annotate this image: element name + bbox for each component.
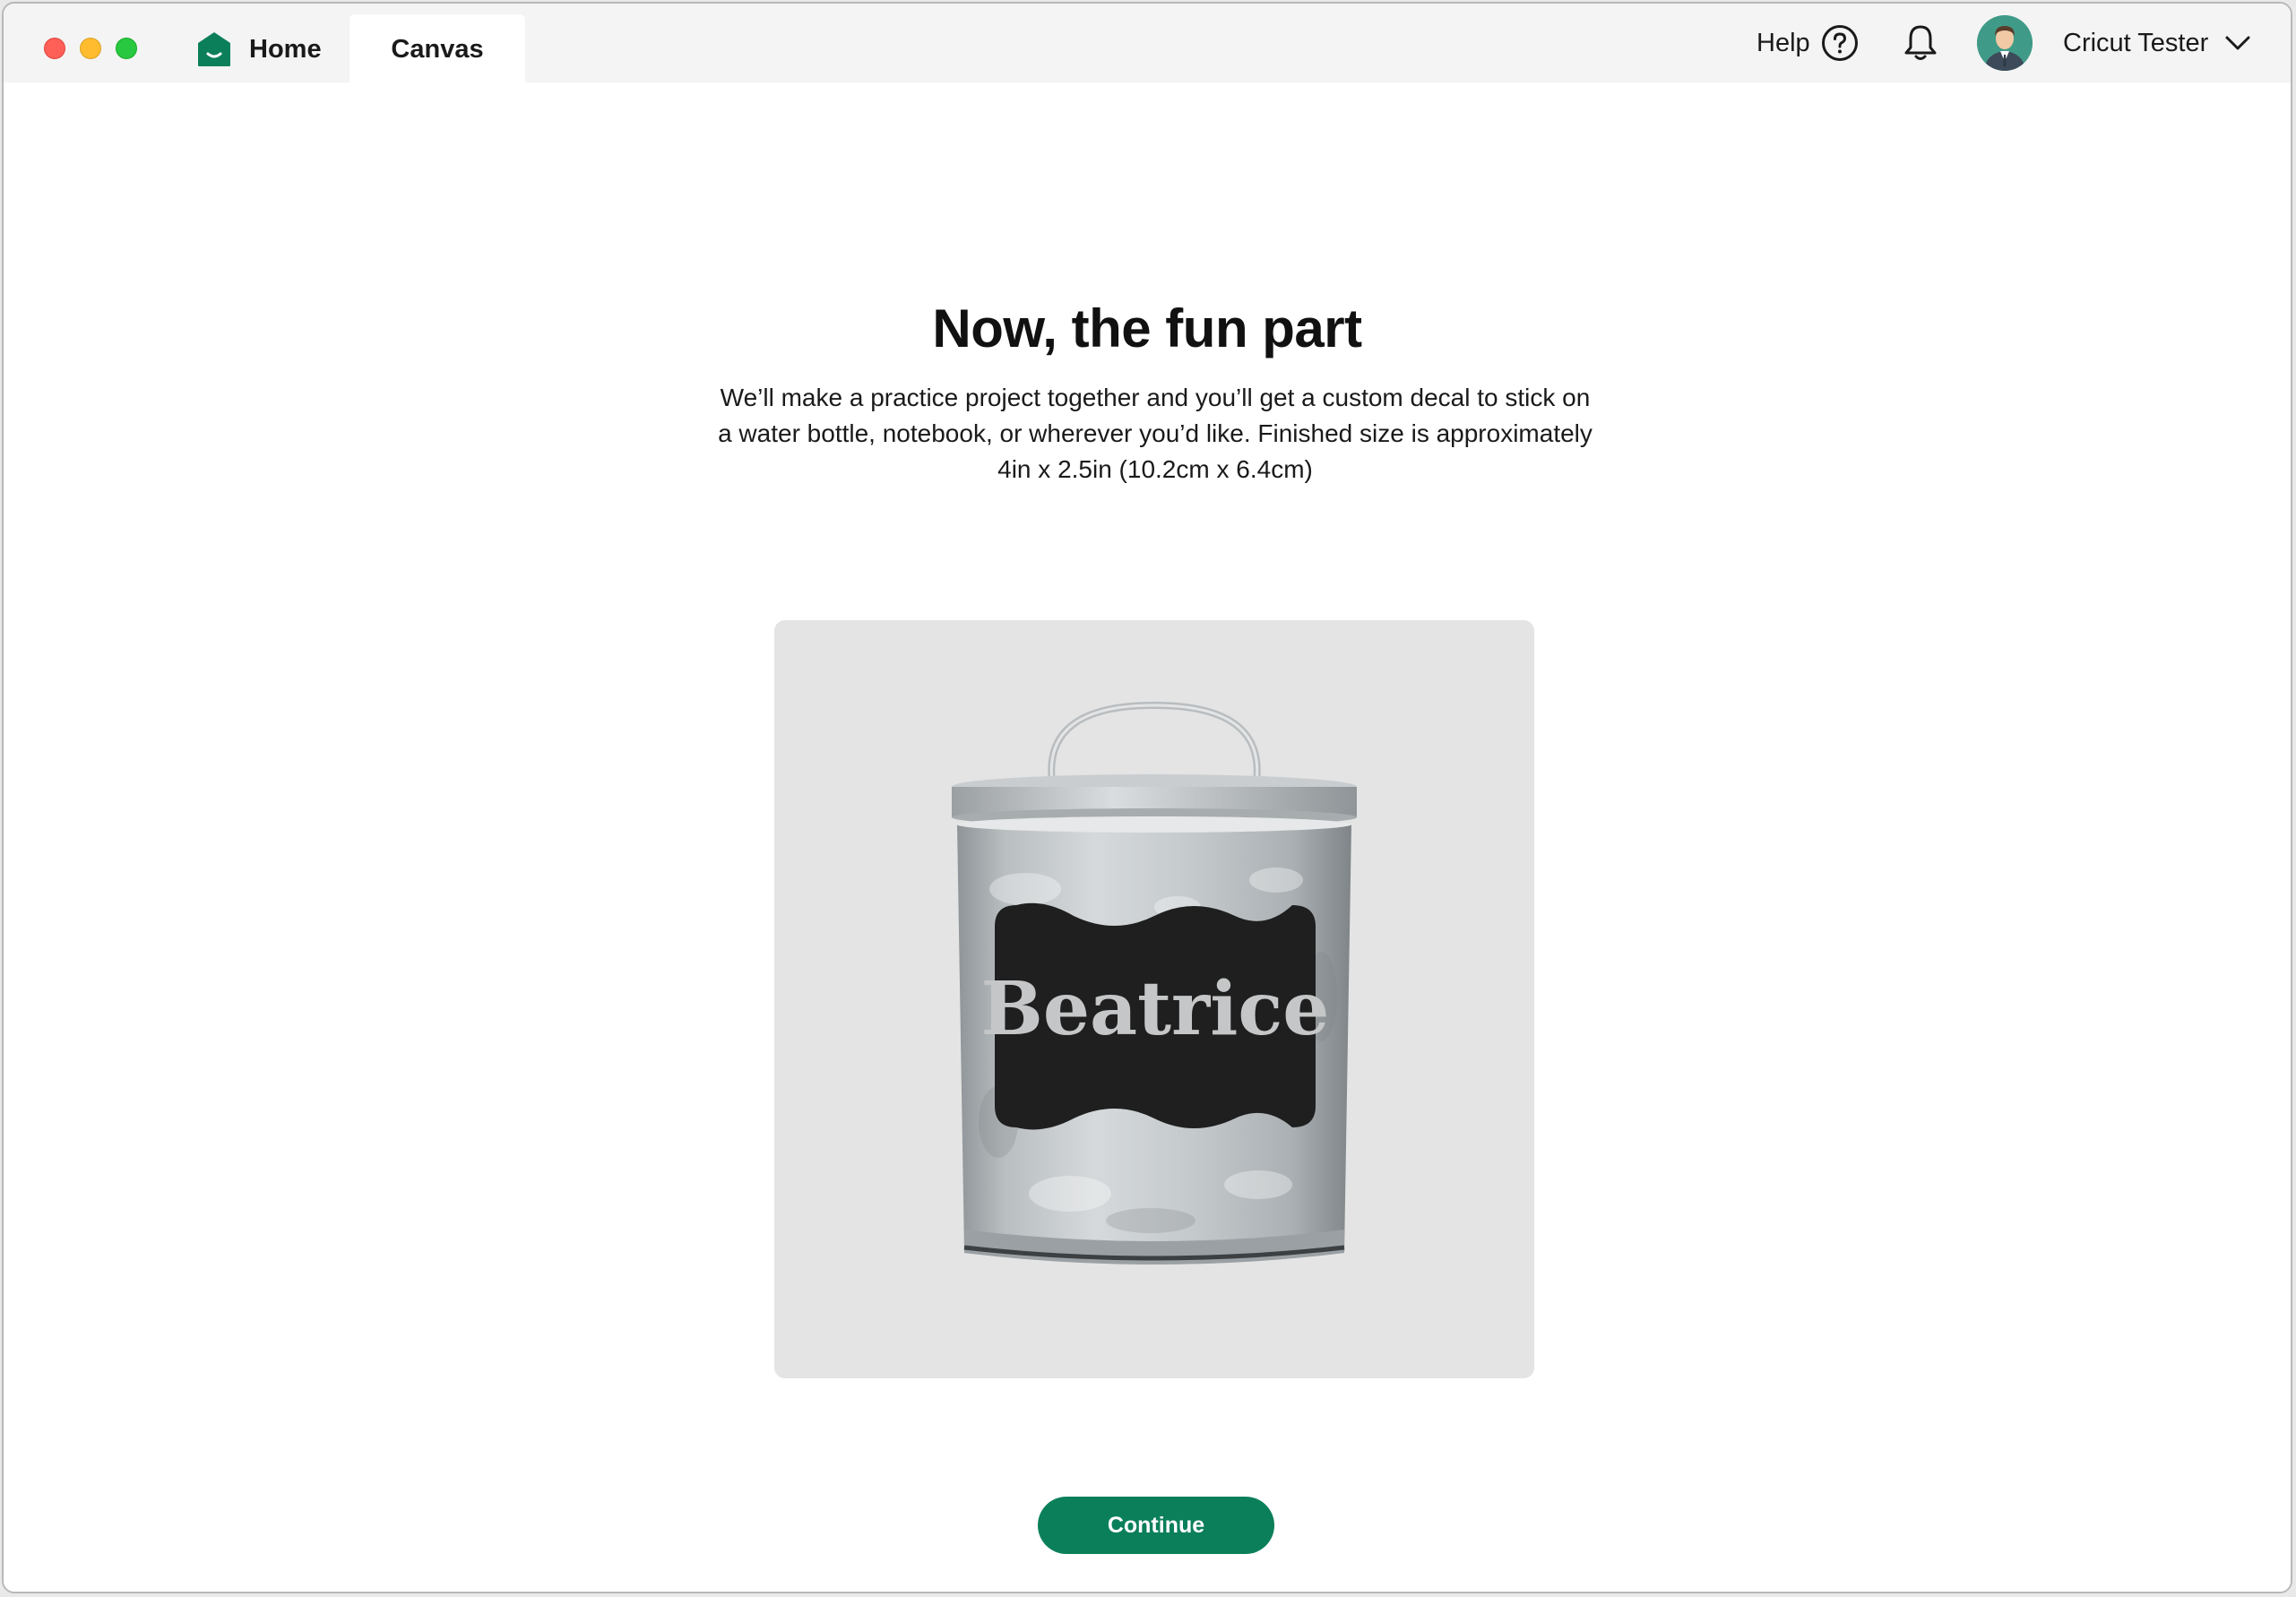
tab-home-label: Home [249,34,322,64]
project-preview-image: Beatrice [774,620,1534,1378]
decal-text: Beatrice [981,966,1330,1052]
decal-canister-illustration: Beatrice [952,701,1357,1265]
continue-button[interactable]: Continue [1038,1497,1274,1554]
close-window-button[interactable] [44,38,65,59]
help-button[interactable]: Help [1757,4,1859,82]
tab-canvas-label: Canvas [391,34,484,64]
page-description: We’ll make a practice project together a… [718,384,1593,483]
help-label: Help [1757,28,1810,57]
avatar-icon [1977,15,2033,71]
bell-icon [1904,25,1937,60]
user-menu[interactable]: Cricut Tester [2063,4,2251,82]
tab-home[interactable]: Home [197,14,322,84]
maximize-window-button[interactable] [116,38,137,59]
question-circle-icon [1821,25,1858,61]
chevron-down-icon [2225,36,2250,50]
main-content: Now, the fun part We’ll make a practice … [4,82,2291,1592]
title-bar: Home Canvas Help Cricut Tester [4,4,2291,84]
page-title: Now, the fun part [932,298,1362,358]
notifications-button[interactable] [1902,4,1939,82]
home-icon [198,32,230,66]
tab-canvas[interactable]: Canvas [350,14,525,84]
minimize-window-button[interactable] [80,38,101,59]
user-name: Cricut Tester [2063,28,2209,57]
app-window: Home Canvas Help Cricut Tester Now, the … [2,2,2292,1593]
user-avatar[interactable] [1977,15,2033,71]
